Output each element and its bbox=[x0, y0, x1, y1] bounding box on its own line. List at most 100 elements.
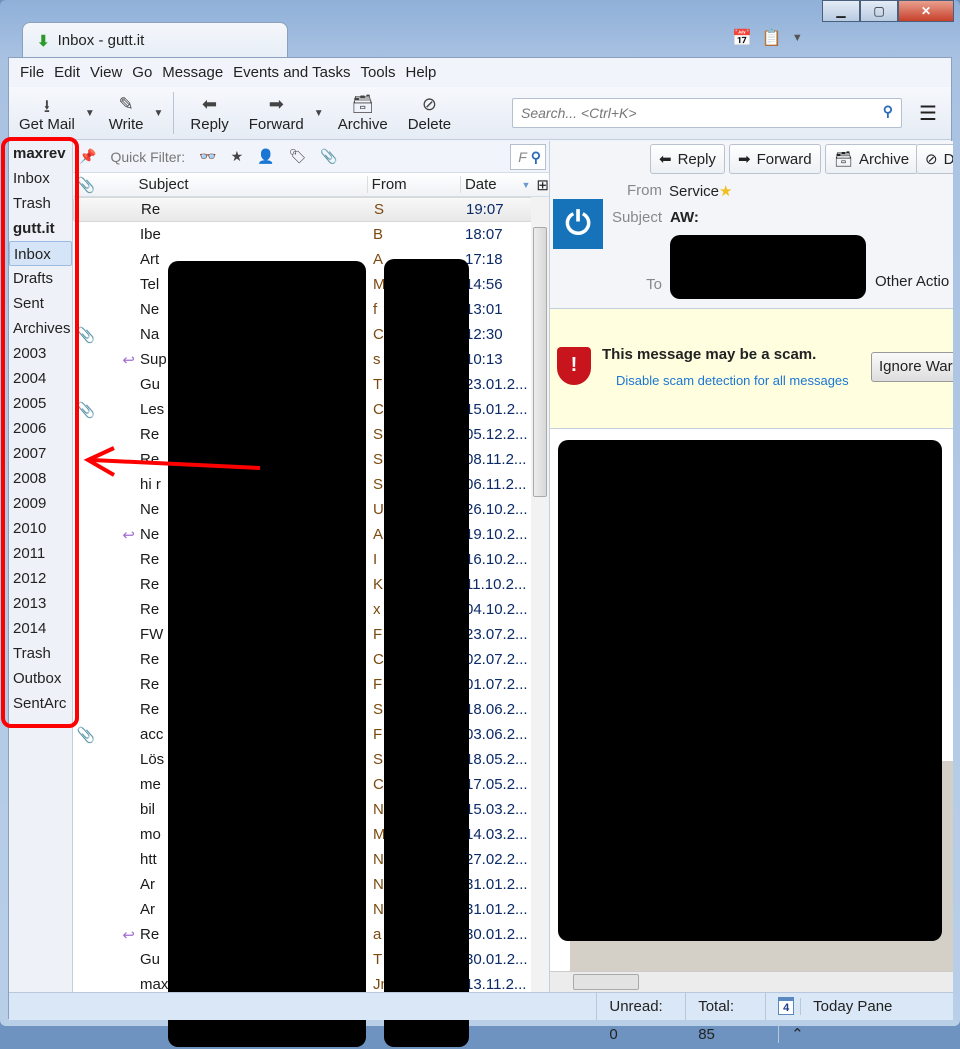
main-client: File Edit View Go Message Events and Tasks Too… bbox=[8, 57, 953, 1047]
from-column-header[interactable]: From bbox=[366, 176, 460, 193]
forward-button[interactable]: ➡ Forward bbox=[239, 94, 314, 133]
message-date: 04.10.2... bbox=[465, 601, 528, 618]
preview-delete-button[interactable]: ⊘D bbox=[916, 144, 953, 174]
preview-reply-button[interactable]: ⬅ Reply bbox=[650, 144, 725, 174]
preview-archive-button[interactable]: 🗃 Archive bbox=[825, 144, 919, 174]
tab-title: Inbox - gutt.it bbox=[57, 32, 145, 49]
maximize-button[interactable]: ▢ bbox=[860, 0, 898, 22]
archive-button[interactable]: 🗃 Archive bbox=[328, 94, 398, 133]
disable-scam-detection-link[interactable]: Disable scam detection for all messages bbox=[616, 373, 849, 388]
chevron-up-icon: ⌃ bbox=[778, 1025, 816, 1043]
get-mail-button[interactable]: ⭳ Get Mail bbox=[9, 94, 85, 133]
tasks-icon[interactable]: 📋 bbox=[762, 28, 782, 48]
message-from: B bbox=[373, 226, 384, 243]
star-filter-icon[interactable]: ★ bbox=[231, 148, 244, 165]
shield-warning-icon: ! bbox=[557, 347, 591, 385]
preview-forward-button[interactable]: ➡ Forward bbox=[729, 144, 821, 174]
redaction-recipient bbox=[670, 235, 866, 299]
message-date: 17.05.2... bbox=[465, 776, 528, 793]
from-label: From bbox=[627, 182, 662, 199]
forward-icon: ➡ bbox=[738, 151, 751, 168]
message-subject: Ibe bbox=[140, 226, 161, 243]
delete-icon: ⊘ bbox=[421, 93, 437, 114]
tab-inbox[interactable]: ⬇ Inbox - gutt.it bbox=[22, 22, 288, 58]
unread-filter-icon[interactable]: 👓 bbox=[199, 148, 216, 165]
sort-arrow-icon: ▼ bbox=[521, 179, 531, 190]
horizontal-scrollbar[interactable] bbox=[550, 971, 953, 992]
contact-filter-icon[interactable]: 👤 bbox=[257, 148, 274, 165]
pin-icon[interactable]: 📌 bbox=[79, 148, 96, 165]
scam-warning-text: This message may be a scam. bbox=[602, 346, 817, 363]
message-date: 16.10.2... bbox=[465, 551, 528, 568]
menu-edit[interactable]: Edit bbox=[49, 64, 85, 81]
star-icon[interactable]: ★ bbox=[719, 183, 732, 200]
attachment-filter-icon[interactable]: 📎 bbox=[320, 148, 337, 165]
menu-tools[interactable]: Tools bbox=[355, 64, 400, 81]
quick-filter-input[interactable]: F ⚲ bbox=[510, 144, 546, 170]
message-header: ⬅Reply ➡Forward 🗃Archive ⊘D From Service… bbox=[550, 141, 953, 309]
message-date: 31.01.2... bbox=[465, 901, 528, 918]
app-window: ▁ ▢ ✕ ⬇ Inbox - gutt.it 📅 📋 ▼ File Edit Vi… bbox=[0, 0, 960, 1047]
main-toolbar: ⭳ Get Mail ▼ ✎ Write ▼ ⬅ Reply ➡ Forward ▼ 🗃… bbox=[9, 87, 951, 140]
delete-button[interactable]: ⊘ Delete bbox=[398, 94, 461, 133]
menu-file[interactable]: File bbox=[15, 64, 49, 81]
menu-view[interactable]: View bbox=[85, 64, 127, 81]
calendar-icon[interactable]: 📅 bbox=[732, 28, 752, 48]
message-date: 14.03.2... bbox=[465, 826, 528, 843]
message-from: S bbox=[374, 201, 385, 218]
toolbar-separator bbox=[173, 92, 175, 134]
message-row[interactable]: Ibe B 18:07 bbox=[73, 222, 549, 247]
today-pane-toggle[interactable]: 4 Today Pane ⌃ bbox=[765, 992, 953, 1043]
message-date: 08.11.2... bbox=[465, 451, 527, 468]
inbox-download-icon: ⬇ bbox=[37, 32, 50, 50]
message-date: 15.01.2... bbox=[465, 401, 528, 418]
calendar-day-icon: 4 bbox=[778, 996, 795, 1015]
message-date: 15.03.2... bbox=[465, 801, 528, 818]
column-picker-icon[interactable]: ⊞ bbox=[536, 176, 549, 194]
search-input[interactable]: Search... <Ctrl+K> ⚲ bbox=[512, 98, 902, 128]
date-column-header[interactable]: Date bbox=[459, 176, 522, 193]
message-date: 27.02.2... bbox=[465, 851, 528, 868]
message-date: 18:07 bbox=[465, 226, 503, 243]
scam-warning-bar: ! This message may be a scam. Disable sc… bbox=[550, 309, 953, 429]
menu-go[interactable]: Go bbox=[127, 64, 157, 81]
menu-help[interactable]: Help bbox=[401, 64, 442, 81]
other-actions-button[interactable]: Other Actio bbox=[875, 273, 949, 290]
message-list-pane: 📌 Quick Filter: 👓 ★ 👤 🏷 📎 F ⚲ 📎 Subject … bbox=[73, 141, 549, 1047]
scrollbar-thumb[interactable] bbox=[533, 227, 547, 497]
message-date: 10:13 bbox=[465, 351, 503, 368]
chevron-down-icon[interactable]: ▼ bbox=[792, 32, 803, 48]
tag-filter-icon[interactable]: 🏷 bbox=[289, 148, 307, 165]
message-date: 23.01.2... bbox=[465, 376, 528, 393]
forward-icon: ➡ bbox=[268, 93, 284, 114]
menu-message[interactable]: Message bbox=[157, 64, 228, 81]
close-button[interactable]: ✕ bbox=[898, 0, 954, 22]
message-date: 14:56 bbox=[465, 276, 503, 293]
reply-button[interactable]: ⬅ Reply bbox=[180, 94, 238, 133]
subject-column-header[interactable]: Subject bbox=[138, 176, 366, 193]
message-list-scrollbar[interactable] bbox=[531, 197, 549, 992]
message-row[interactable]: Re S 19:07 bbox=[73, 197, 549, 222]
minimize-button[interactable]: ▁ bbox=[822, 0, 860, 22]
archive-icon: 🗃 bbox=[351, 93, 375, 114]
forward-dropdown[interactable]: ▼ bbox=[314, 108, 324, 119]
message-date: 30.01.2... bbox=[465, 926, 528, 943]
from-value[interactable]: Service★ bbox=[669, 182, 732, 200]
get-mail-dropdown[interactable]: ▼ bbox=[85, 108, 95, 119]
write-dropdown[interactable]: ▼ bbox=[154, 108, 164, 119]
write-button[interactable]: ✎ Write bbox=[99, 94, 154, 133]
message-date: 01.07.2... bbox=[465, 676, 528, 693]
message-date: 11.10.2... bbox=[465, 576, 527, 593]
app-menu-icon[interactable]: ☰ bbox=[919, 101, 937, 126]
replied-icon: ↩ bbox=[122, 926, 135, 944]
quick-filter-bar: 📌 Quick Filter: 👓 ★ 👤 🏷 📎 F ⚲ bbox=[73, 141, 549, 173]
status-bar: Unread: 0 Total: 85 4 Today Pane ⌃ bbox=[9, 992, 953, 1043]
menu-bar: File Edit View Go Message Events and Tasks Too… bbox=[9, 58, 951, 86]
message-date: 31.01.2... bbox=[465, 876, 528, 893]
message-date: 19.10.2... bbox=[465, 526, 528, 543]
pencil-icon: ✎ bbox=[118, 93, 134, 114]
menu-events-and-tasks[interactable]: Events and Tasks bbox=[228, 64, 355, 81]
ignore-warning-button[interactable]: Ignore Warn bbox=[871, 352, 953, 382]
attachment-icon: 📎 bbox=[76, 726, 96, 744]
redaction-subject bbox=[168, 261, 366, 1047]
